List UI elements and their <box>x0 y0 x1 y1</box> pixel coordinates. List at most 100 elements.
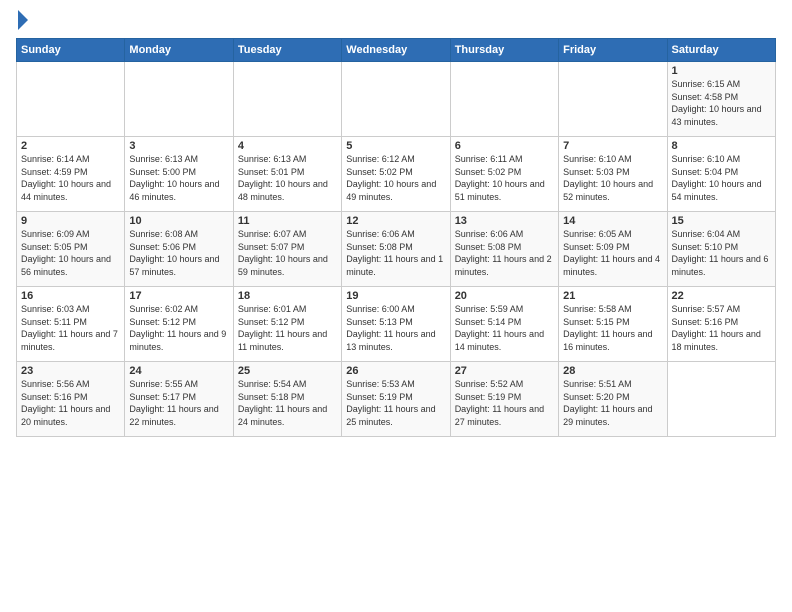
calendar-cell <box>125 62 233 137</box>
weekday-header-sunday: Sunday <box>17 39 125 62</box>
calendar-cell: 24Sunrise: 5:55 AM Sunset: 5:17 PM Dayli… <box>125 362 233 437</box>
calendar-week-row: 23Sunrise: 5:56 AM Sunset: 5:16 PM Dayli… <box>17 362 776 437</box>
day-number: 18 <box>238 290 337 302</box>
day-info: Sunrise: 6:08 AM Sunset: 5:06 PM Dayligh… <box>129 228 228 278</box>
calendar-cell: 15Sunrise: 6:04 AM Sunset: 5:10 PM Dayli… <box>667 212 775 287</box>
day-info: Sunrise: 6:13 AM Sunset: 5:01 PM Dayligh… <box>238 153 337 203</box>
calendar-cell: 28Sunrise: 5:51 AM Sunset: 5:20 PM Dayli… <box>559 362 667 437</box>
day-number: 2 <box>21 140 120 152</box>
day-number: 9 <box>21 215 120 227</box>
calendar-cell: 17Sunrise: 6:02 AM Sunset: 5:12 PM Dayli… <box>125 287 233 362</box>
calendar-cell: 21Sunrise: 5:58 AM Sunset: 5:15 PM Dayli… <box>559 287 667 362</box>
day-info: Sunrise: 6:09 AM Sunset: 5:05 PM Dayligh… <box>21 228 120 278</box>
weekday-header-monday: Monday <box>125 39 233 62</box>
day-number: 27 <box>455 365 554 377</box>
day-number: 7 <box>563 140 662 152</box>
day-info: Sunrise: 6:01 AM Sunset: 5:12 PM Dayligh… <box>238 303 337 353</box>
day-info: Sunrise: 5:56 AM Sunset: 5:16 PM Dayligh… <box>21 378 120 428</box>
day-number: 26 <box>346 365 445 377</box>
day-info: Sunrise: 6:11 AM Sunset: 5:02 PM Dayligh… <box>455 153 554 203</box>
day-number: 4 <box>238 140 337 152</box>
calendar-cell: 9Sunrise: 6:09 AM Sunset: 5:05 PM Daylig… <box>17 212 125 287</box>
calendar-week-row: 9Sunrise: 6:09 AM Sunset: 5:05 PM Daylig… <box>17 212 776 287</box>
day-info: Sunrise: 6:13 AM Sunset: 5:00 PM Dayligh… <box>129 153 228 203</box>
day-info: Sunrise: 5:53 AM Sunset: 5:19 PM Dayligh… <box>346 378 445 428</box>
day-number: 15 <box>672 215 771 227</box>
day-number: 17 <box>129 290 228 302</box>
calendar-week-row: 2Sunrise: 6:14 AM Sunset: 4:59 PM Daylig… <box>17 137 776 212</box>
calendar-cell: 26Sunrise: 5:53 AM Sunset: 5:19 PM Dayli… <box>342 362 450 437</box>
calendar-cell <box>17 62 125 137</box>
day-info: Sunrise: 6:10 AM Sunset: 5:03 PM Dayligh… <box>563 153 662 203</box>
day-info: Sunrise: 5:59 AM Sunset: 5:14 PM Dayligh… <box>455 303 554 353</box>
day-number: 28 <box>563 365 662 377</box>
weekday-header-thursday: Thursday <box>450 39 558 62</box>
day-info: Sunrise: 5:52 AM Sunset: 5:19 PM Dayligh… <box>455 378 554 428</box>
weekday-header-friday: Friday <box>559 39 667 62</box>
day-info: Sunrise: 6:04 AM Sunset: 5:10 PM Dayligh… <box>672 228 771 278</box>
day-info: Sunrise: 6:02 AM Sunset: 5:12 PM Dayligh… <box>129 303 228 353</box>
day-number: 16 <box>21 290 120 302</box>
weekday-header-row: SundayMondayTuesdayWednesdayThursdayFrid… <box>17 39 776 62</box>
day-info: Sunrise: 5:57 AM Sunset: 5:16 PM Dayligh… <box>672 303 771 353</box>
calendar-cell: 11Sunrise: 6:07 AM Sunset: 5:07 PM Dayli… <box>233 212 341 287</box>
day-number: 24 <box>129 365 228 377</box>
weekday-header-saturday: Saturday <box>667 39 775 62</box>
header <box>16 12 776 30</box>
day-number: 10 <box>129 215 228 227</box>
calendar-cell: 8Sunrise: 6:10 AM Sunset: 5:04 PM Daylig… <box>667 137 775 212</box>
calendar-cell: 13Sunrise: 6:06 AM Sunset: 5:08 PM Dayli… <box>450 212 558 287</box>
calendar-cell: 5Sunrise: 6:12 AM Sunset: 5:02 PM Daylig… <box>342 137 450 212</box>
day-info: Sunrise: 6:15 AM Sunset: 4:58 PM Dayligh… <box>672 78 771 128</box>
day-number: 11 <box>238 215 337 227</box>
day-number: 21 <box>563 290 662 302</box>
calendar-cell <box>559 62 667 137</box>
logo-arrow-icon <box>18 10 28 30</box>
calendar-cell: 4Sunrise: 6:13 AM Sunset: 5:01 PM Daylig… <box>233 137 341 212</box>
weekday-header-tuesday: Tuesday <box>233 39 341 62</box>
day-number: 25 <box>238 365 337 377</box>
calendar-cell: 14Sunrise: 6:05 AM Sunset: 5:09 PM Dayli… <box>559 212 667 287</box>
day-info: Sunrise: 5:55 AM Sunset: 5:17 PM Dayligh… <box>129 378 228 428</box>
day-number: 22 <box>672 290 771 302</box>
calendar-cell: 7Sunrise: 6:10 AM Sunset: 5:03 PM Daylig… <box>559 137 667 212</box>
day-number: 6 <box>455 140 554 152</box>
calendar-cell: 19Sunrise: 6:00 AM Sunset: 5:13 PM Dayli… <box>342 287 450 362</box>
day-info: Sunrise: 6:10 AM Sunset: 5:04 PM Dayligh… <box>672 153 771 203</box>
day-info: Sunrise: 5:54 AM Sunset: 5:18 PM Dayligh… <box>238 378 337 428</box>
calendar-cell: 18Sunrise: 6:01 AM Sunset: 5:12 PM Dayli… <box>233 287 341 362</box>
logo <box>16 12 28 30</box>
day-info: Sunrise: 5:58 AM Sunset: 5:15 PM Dayligh… <box>563 303 662 353</box>
day-number: 1 <box>672 65 771 77</box>
calendar-cell: 27Sunrise: 5:52 AM Sunset: 5:19 PM Dayli… <box>450 362 558 437</box>
day-info: Sunrise: 6:12 AM Sunset: 5:02 PM Dayligh… <box>346 153 445 203</box>
day-number: 14 <box>563 215 662 227</box>
calendar-cell: 1Sunrise: 6:15 AM Sunset: 4:58 PM Daylig… <box>667 62 775 137</box>
calendar-cell <box>450 62 558 137</box>
calendar-cell: 16Sunrise: 6:03 AM Sunset: 5:11 PM Dayli… <box>17 287 125 362</box>
day-number: 12 <box>346 215 445 227</box>
day-number: 20 <box>455 290 554 302</box>
calendar-cell: 20Sunrise: 5:59 AM Sunset: 5:14 PM Dayli… <box>450 287 558 362</box>
day-info: Sunrise: 6:05 AM Sunset: 5:09 PM Dayligh… <box>563 228 662 278</box>
day-info: Sunrise: 5:51 AM Sunset: 5:20 PM Dayligh… <box>563 378 662 428</box>
calendar-cell: 23Sunrise: 5:56 AM Sunset: 5:16 PM Dayli… <box>17 362 125 437</box>
calendar-cell: 3Sunrise: 6:13 AM Sunset: 5:00 PM Daylig… <box>125 137 233 212</box>
day-number: 8 <box>672 140 771 152</box>
day-info: Sunrise: 6:07 AM Sunset: 5:07 PM Dayligh… <box>238 228 337 278</box>
calendar-cell <box>233 62 341 137</box>
calendar-table: SundayMondayTuesdayWednesdayThursdayFrid… <box>16 38 776 437</box>
calendar-cell: 6Sunrise: 6:11 AM Sunset: 5:02 PM Daylig… <box>450 137 558 212</box>
calendar-cell: 10Sunrise: 6:08 AM Sunset: 5:06 PM Dayli… <box>125 212 233 287</box>
weekday-header-wednesday: Wednesday <box>342 39 450 62</box>
day-info: Sunrise: 6:06 AM Sunset: 5:08 PM Dayligh… <box>455 228 554 278</box>
page: SundayMondayTuesdayWednesdayThursdayFrid… <box>0 0 792 612</box>
calendar-cell <box>342 62 450 137</box>
day-info: Sunrise: 6:14 AM Sunset: 4:59 PM Dayligh… <box>21 153 120 203</box>
calendar-week-row: 1Sunrise: 6:15 AM Sunset: 4:58 PM Daylig… <box>17 62 776 137</box>
calendar-cell: 12Sunrise: 6:06 AM Sunset: 5:08 PM Dayli… <box>342 212 450 287</box>
calendar-cell: 2Sunrise: 6:14 AM Sunset: 4:59 PM Daylig… <box>17 137 125 212</box>
day-info: Sunrise: 6:00 AM Sunset: 5:13 PM Dayligh… <box>346 303 445 353</box>
day-info: Sunrise: 6:06 AM Sunset: 5:08 PM Dayligh… <box>346 228 445 278</box>
day-number: 13 <box>455 215 554 227</box>
